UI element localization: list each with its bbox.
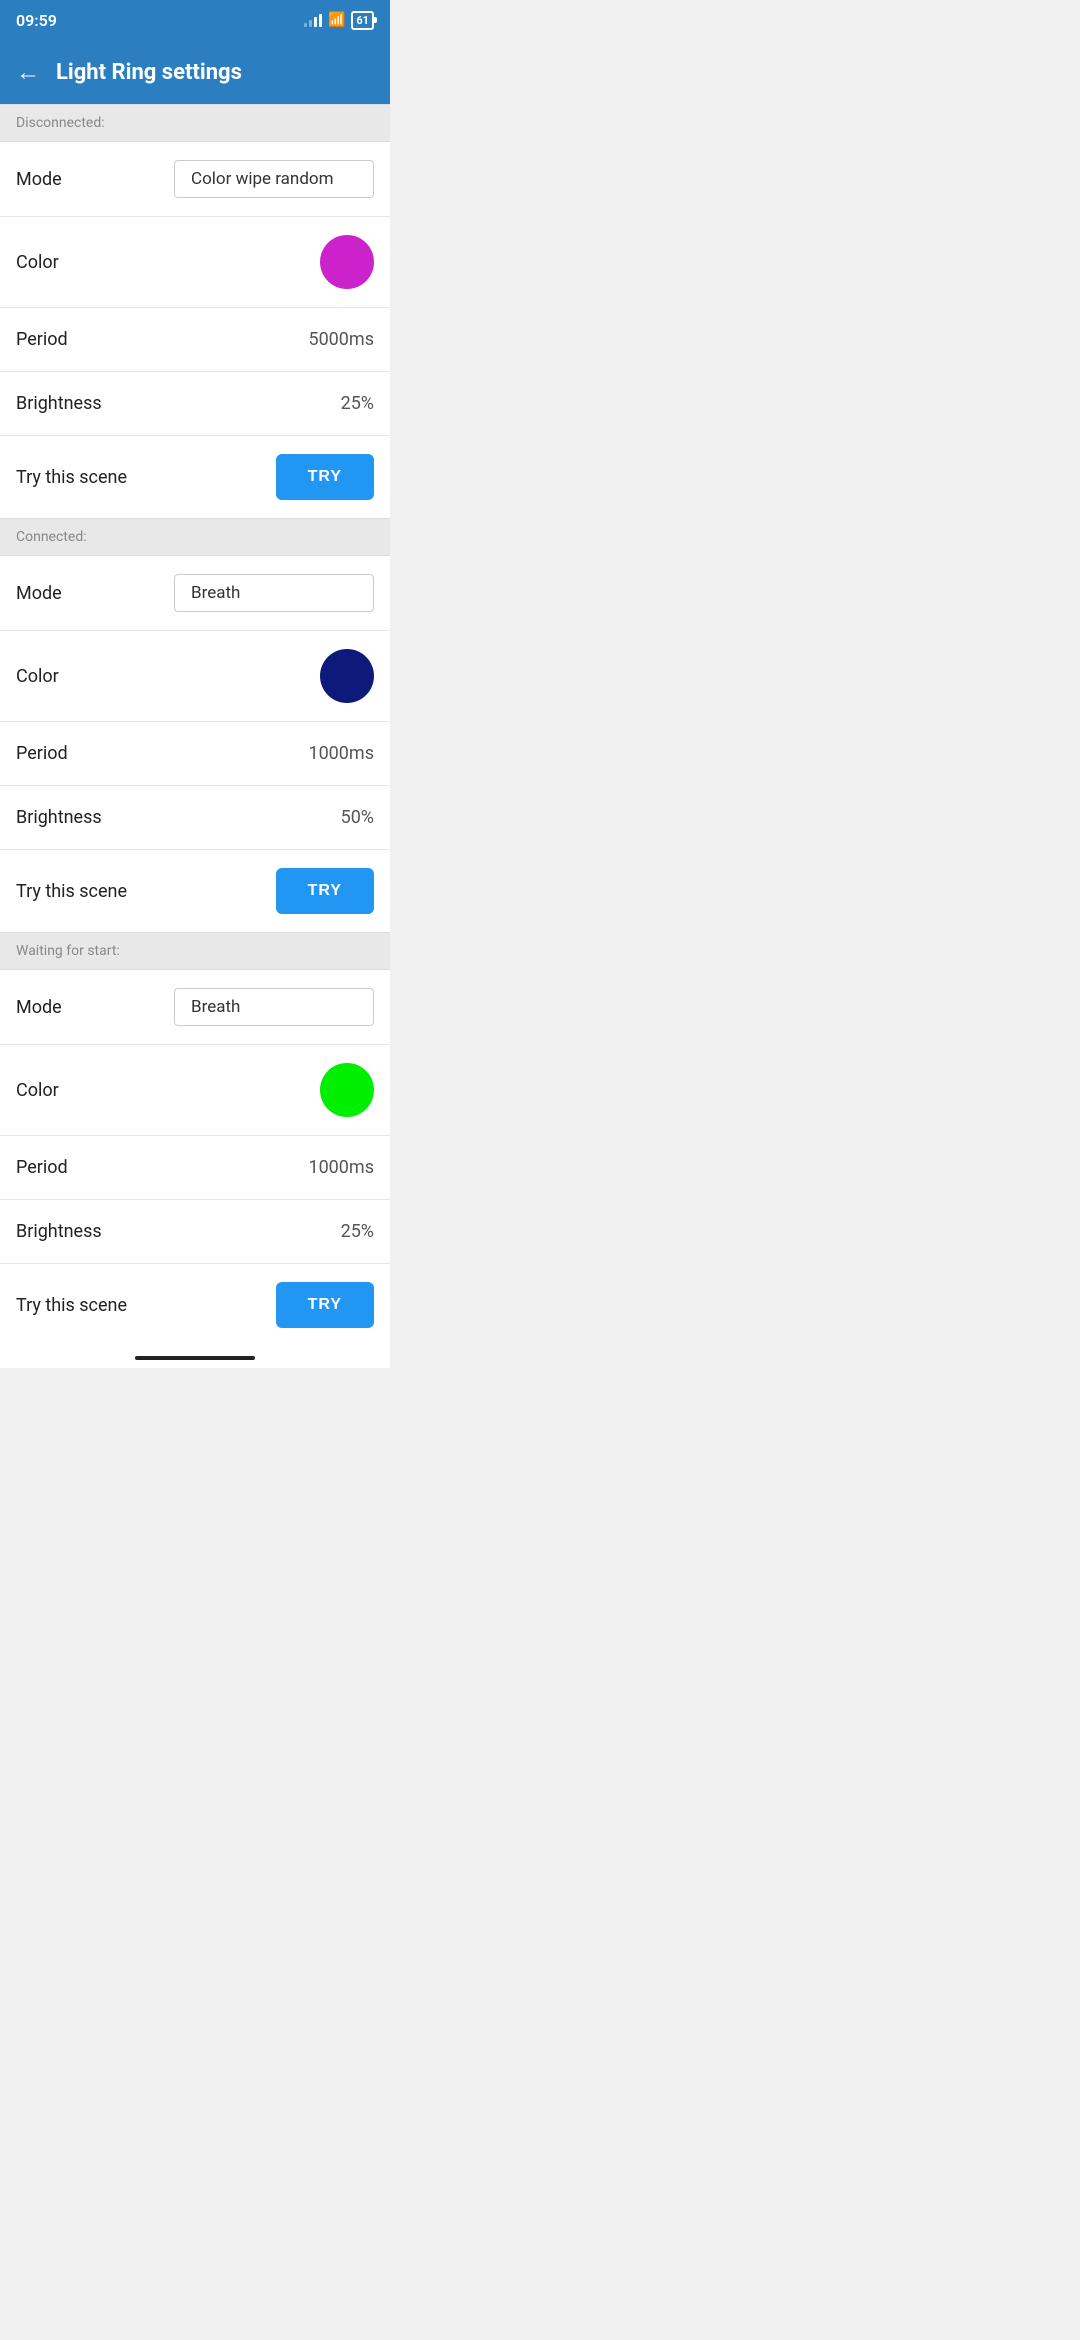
- setting-row-disconnected-mode: Mode Color wipe random: [0, 142, 390, 217]
- setting-label-disconnected-mode: Mode: [16, 169, 62, 190]
- status-bar: 09:59 📶 61: [0, 0, 390, 40]
- settings-card-waiting: Mode Breath Color Period 1000ms Brightness 25%…: [0, 970, 390, 1346]
- setting-row-waiting-try: Try this scene TRY: [0, 1264, 390, 1346]
- status-time: 09:59: [16, 11, 57, 30]
- setting-value-disconnected-period: 5000ms: [308, 329, 374, 350]
- battery-icon: 61: [351, 11, 374, 30]
- try-button-connected[interactable]: TRY: [276, 868, 374, 914]
- settings-card-disconnected: Mode Color wipe random Color Period 5000ms Br…: [0, 142, 390, 518]
- setting-label-connected-brightness: Brightness: [16, 807, 102, 828]
- settings-card-connected: Mode Breath Color Period 1000ms Brightness 50%…: [0, 556, 390, 932]
- try-button-waiting[interactable]: TRY: [276, 1282, 374, 1328]
- color-circle-waiting[interactable]: [320, 1063, 374, 1117]
- setting-row-connected-period: Period 1000ms: [0, 722, 390, 786]
- wifi-icon: 📶: [328, 12, 345, 28]
- color-circle-disconnected[interactable]: [320, 235, 374, 289]
- bottom-bar-container: [0, 1346, 390, 1368]
- setting-label-waiting-brightness: Brightness: [16, 1221, 102, 1242]
- setting-row-disconnected-period: Period 5000ms: [0, 308, 390, 372]
- setting-label-waiting-color: Color: [16, 1080, 59, 1101]
- setting-label-waiting-mode: Mode: [16, 997, 62, 1018]
- setting-value-waiting-brightness: 25%: [341, 1221, 374, 1242]
- section-header-waiting: Waiting for start:: [0, 932, 390, 970]
- setting-label-connected-color: Color: [16, 666, 59, 687]
- status-icons: 📶 61: [304, 11, 374, 30]
- setting-label-disconnected-period: Period: [16, 329, 68, 350]
- page-title: Light Ring settings: [56, 60, 242, 85]
- section-header-connected: Connected:: [0, 518, 390, 556]
- setting-row-connected-try: Try this scene TRY: [0, 850, 390, 932]
- setting-row-connected-mode: Mode Breath: [0, 556, 390, 631]
- section-header-disconnected: Disconnected:: [0, 104, 390, 142]
- setting-row-disconnected-color: Color: [0, 217, 390, 308]
- setting-row-waiting-brightness: Brightness 25%: [0, 1200, 390, 1264]
- setting-value-connected-brightness: 50%: [341, 807, 374, 828]
- try-button-disconnected[interactable]: TRY: [276, 454, 374, 500]
- setting-label-waiting-try: Try this scene: [16, 1295, 127, 1316]
- setting-label-disconnected-brightness: Brightness: [16, 393, 102, 414]
- setting-label-waiting-period: Period: [16, 1157, 68, 1178]
- setting-row-connected-brightness: Brightness 50%: [0, 786, 390, 850]
- mode-input-connected[interactable]: Breath: [174, 574, 374, 612]
- bottom-bar: [135, 1356, 255, 1360]
- setting-label-disconnected-try: Try this scene: [16, 467, 127, 488]
- mode-input-waiting[interactable]: Breath: [174, 988, 374, 1026]
- setting-row-waiting-color: Color: [0, 1045, 390, 1136]
- setting-label-connected-mode: Mode: [16, 583, 62, 604]
- setting-label-connected-try: Try this scene: [16, 881, 127, 902]
- back-button[interactable]: ←: [16, 58, 40, 87]
- setting-row-waiting-period: Period 1000ms: [0, 1136, 390, 1200]
- mode-input-disconnected[interactable]: Color wipe random: [174, 160, 374, 198]
- color-circle-connected[interactable]: [320, 649, 374, 703]
- setting-value-waiting-period: 1000ms: [308, 1157, 374, 1178]
- app-bar: ← Light Ring settings: [0, 40, 390, 104]
- setting-row-disconnected-brightness: Brightness 25%: [0, 372, 390, 436]
- setting-value-disconnected-brightness: 25%: [341, 393, 374, 414]
- setting-label-disconnected-color: Color: [16, 252, 59, 273]
- setting-label-connected-period: Period: [16, 743, 68, 764]
- setting-value-connected-period: 1000ms: [308, 743, 374, 764]
- setting-row-waiting-mode: Mode Breath: [0, 970, 390, 1045]
- signal-icon: [304, 13, 322, 27]
- setting-row-disconnected-try: Try this scene TRY: [0, 436, 390, 518]
- setting-row-connected-color: Color: [0, 631, 390, 722]
